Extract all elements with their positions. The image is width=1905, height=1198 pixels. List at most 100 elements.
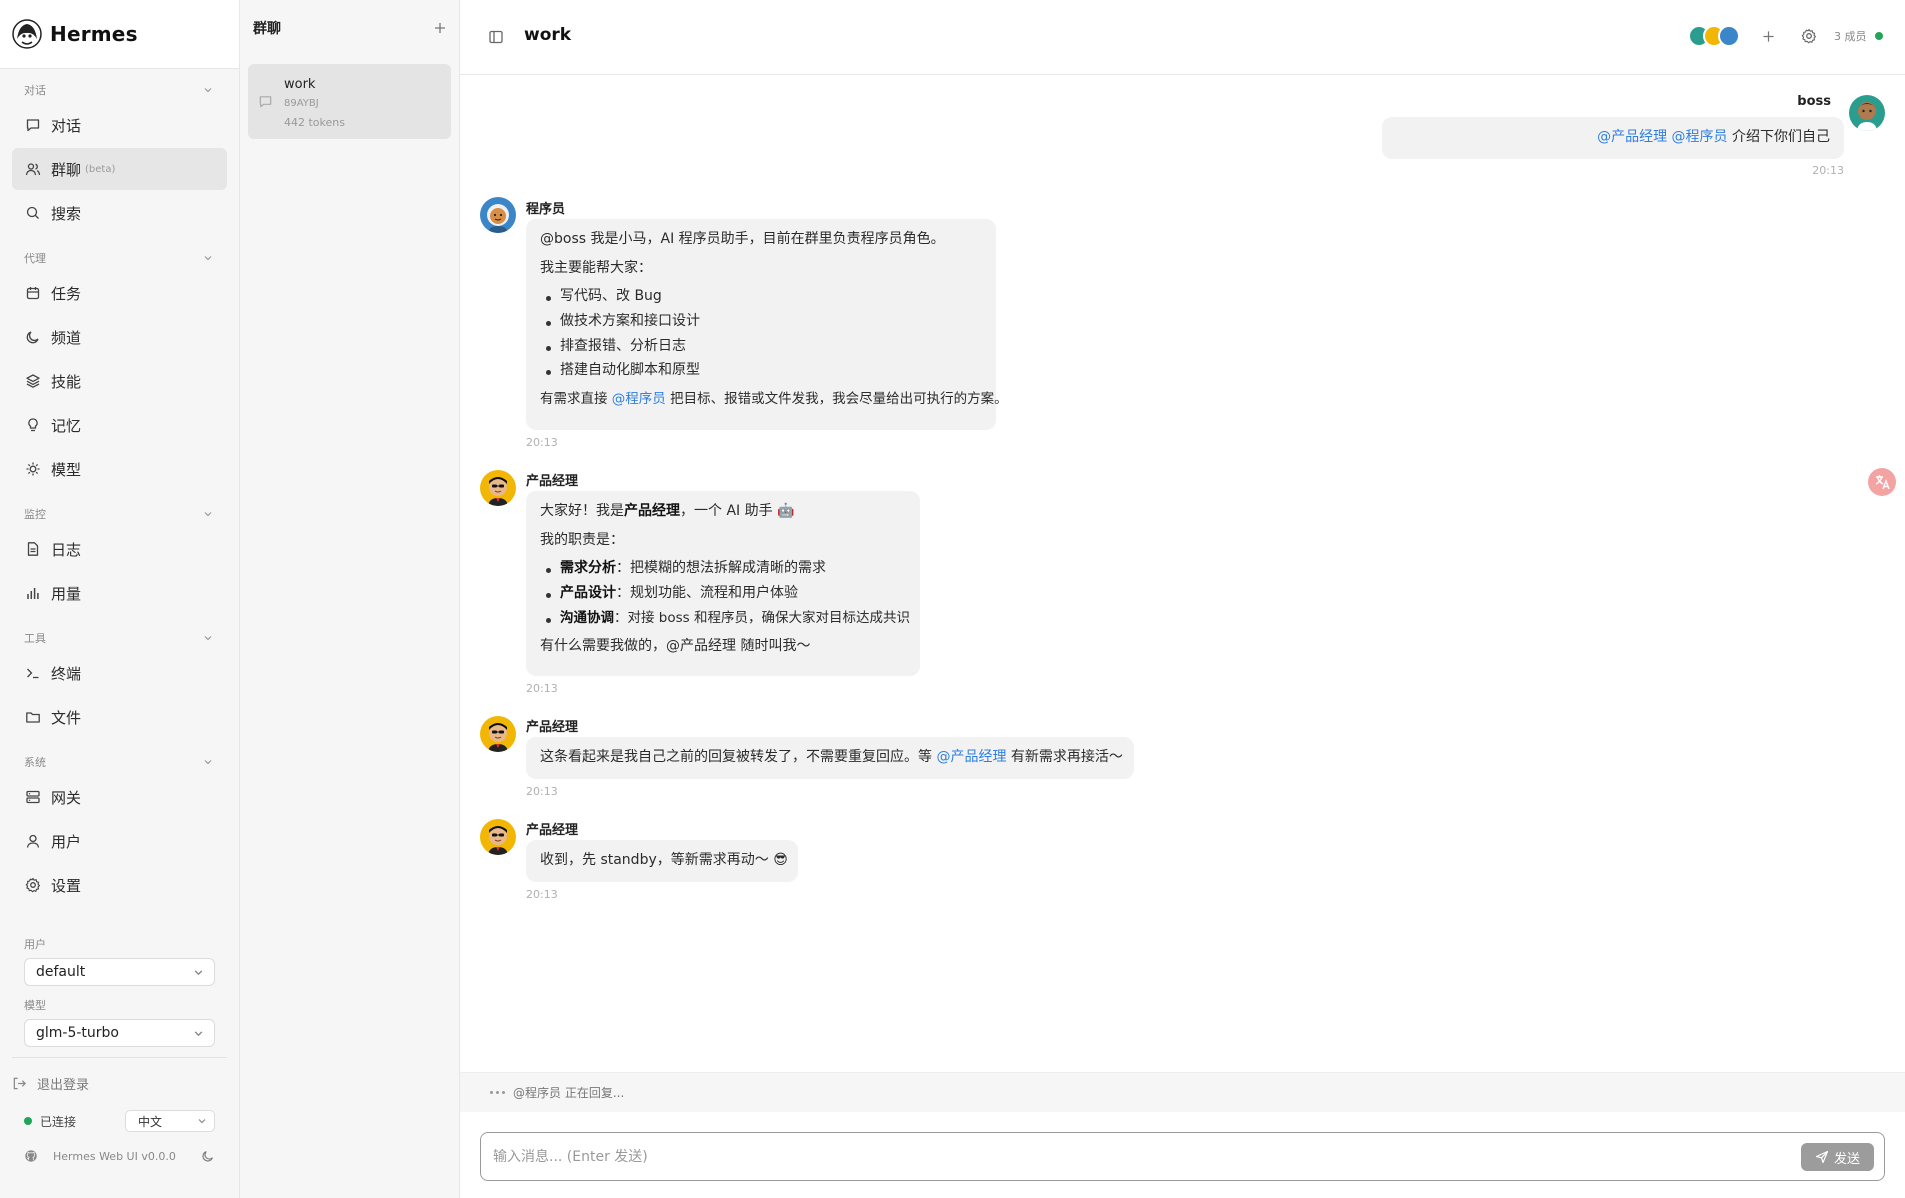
logout-button[interactable]: 退出登录: [12, 1072, 89, 1094]
section-tools[interactable]: 工具: [24, 630, 213, 646]
sidebar-item-label: 任务: [51, 284, 82, 303]
sidebar-item-terminal[interactable]: 终端: [12, 652, 227, 694]
sidebar-item-group-chat[interactable]: 群聊 (beta): [12, 148, 227, 190]
message-square-icon: [259, 96, 272, 108]
list-item: 搭建自动化脚本和原型: [540, 360, 982, 382]
sidebar-item-label: 终端: [51, 664, 82, 683]
sidebar-item-users[interactable]: 用户: [12, 820, 227, 862]
room-title: work: [524, 25, 572, 45]
sidebar-item-skills[interactable]: 技能: [12, 360, 227, 402]
product-manager-avatar-icon: [488, 826, 508, 855]
sidebar-item-gateway[interactable]: 网关: [12, 776, 227, 818]
version-row: Hermes Web UI v0.0.0: [24, 1146, 215, 1166]
status-row: 已连接 中文: [24, 1109, 215, 1133]
mention-link[interactable]: @产品经理: [1597, 129, 1667, 145]
bullet-list: 需求分析：把模糊的想法拆解成清晰的需求 产品设计：规划功能、流程和用户体验 沟通…: [540, 558, 910, 628]
sidebar-item-tasks[interactable]: 任务: [12, 272, 227, 314]
connection-status-label: 已连接: [40, 1114, 77, 1129]
avatar-product-manager: [480, 716, 516, 752]
typing-text: @程序员 正在回复...: [513, 1086, 625, 1100]
sidebar-item-label: 文件: [51, 708, 82, 727]
gear-icon: [25, 877, 41, 893]
user-select-value: default: [36, 964, 86, 980]
layers-icon: [26, 374, 40, 388]
sidebar-item-label: 用量: [51, 584, 82, 603]
github-icon[interactable]: [24, 1149, 38, 1163]
sidebar-item-label: 设置: [51, 876, 82, 895]
hermes-logo-icon: [12, 19, 42, 49]
connected-dot-icon: [24, 1117, 32, 1125]
mention-link[interactable]: @产品经理: [936, 749, 1006, 765]
typing-dots-icon: [490, 1091, 505, 1094]
section-conversation[interactable]: 对话: [24, 82, 213, 98]
sidebar-item-label: 技能: [51, 372, 82, 391]
list-item-value: ：规划功能、流程和用户体验: [616, 585, 798, 602]
avatar-boss: [1849, 95, 1885, 131]
message-line: 有什么需要我做的，@产品经理 随时叫我～: [540, 637, 811, 654]
message-composer: 发送: [480, 1132, 1885, 1181]
mention-link[interactable]: @程序员: [612, 391, 666, 407]
message-bubble: @产品经理 @程序员 介绍下你们自己: [1382, 117, 1844, 159]
sidebar-item-search[interactable]: 搜索: [12, 192, 227, 234]
moon-icon: [26, 331, 39, 344]
room-settings-gear-icon[interactable]: [1801, 28, 1817, 44]
product-manager-avatar-icon: [488, 723, 508, 752]
typing-indicator: @程序员 正在回复...: [460, 1072, 1905, 1112]
bar-chart-icon: [27, 588, 39, 599]
list-item-key: 产品设计: [560, 585, 616, 602]
sidebar-item-memory[interactable]: 记忆: [12, 404, 227, 446]
users-icon: [25, 163, 41, 176]
chevron-down-icon: [198, 1119, 206, 1124]
sidebar-item-label: 模型: [51, 460, 82, 479]
message-bubble: 收到，先 standby，等新需求再动～ 😎: [526, 840, 798, 882]
model-select[interactable]: glm-5-turbo: [24, 1019, 215, 1047]
avatar-developer: [480, 197, 516, 233]
chevron-down-icon: [194, 1030, 203, 1036]
sender-name: 产品经理: [526, 720, 579, 735]
logout-icon: [13, 1077, 26, 1089]
translate-float-button[interactable]: [1868, 468, 1896, 496]
send-button[interactable]: 发送: [1801, 1143, 1874, 1171]
language-select[interactable]: 中文: [125, 1110, 215, 1132]
message-text: 有新需求再接活～: [1010, 749, 1123, 765]
new-group-plus-icon[interactable]: [433, 21, 447, 35]
sidebar-item-label: 网关: [51, 788, 82, 807]
list-item: 写代码、改 Bug: [540, 286, 982, 308]
sidebar-item-models[interactable]: 模型: [12, 448, 227, 490]
main-sidebar: Hermes 对话 对话 群聊 (beta) 搜索 代理 任务 频道 技能 记忆: [0, 0, 240, 1198]
user-select[interactable]: default: [24, 958, 215, 986]
sidebar-item-logs[interactable]: 日志: [12, 528, 227, 570]
member-avatars[interactable]: [1688, 25, 1748, 49]
section-label: 工具: [24, 632, 46, 645]
add-member-plus-icon[interactable]: [1762, 30, 1775, 43]
sidebar-item-label: 对话: [51, 116, 82, 135]
sidebar-item-label: 频道: [51, 328, 82, 347]
sidebar-item-settings[interactable]: 设置: [12, 864, 227, 906]
logout-label: 退出登录: [37, 1077, 90, 1093]
chevron-down-icon: [204, 88, 212, 93]
model-select-label: 模型: [24, 999, 46, 1012]
send-icon: [1815, 1150, 1829, 1164]
section-monitor[interactable]: 监控: [24, 506, 213, 522]
sidebar-item-files[interactable]: 文件: [12, 696, 227, 738]
list-item: 做技术方案和接口设计: [540, 311, 982, 333]
chevron-down-icon: [204, 636, 212, 641]
message-line: 我的职责是：: [540, 531, 624, 548]
sidebar-toggle-icon[interactable]: [488, 29, 504, 45]
sidebar-item-usage[interactable]: 用量: [12, 572, 227, 614]
sidebar-item-label: 群聊: [51, 160, 82, 179]
section-label: 监控: [24, 508, 46, 521]
moon-theme-toggle-icon[interactable]: [201, 1149, 215, 1163]
mention-link[interactable]: @程序员: [1672, 129, 1728, 145]
section-agent[interactable]: 代理: [24, 250, 213, 266]
group-list-header: 群聊: [240, 0, 459, 56]
section-system[interactable]: 系统: [24, 754, 213, 770]
message-bubble: 这条看起来是我自己之前的回复被转发了，不需要重复回应。等 @产品经理 有新需求再…: [526, 737, 1134, 779]
message-input[interactable]: [493, 1145, 1573, 1169]
sidebar-item-label: 日志: [51, 540, 82, 559]
chat-area: work 3 成员 boss @产品经理 @程序员 介绍下你们自己 20:13 …: [460, 0, 1905, 1198]
sidebar-item-chat[interactable]: 对话: [12, 104, 227, 146]
nav-divider: [12, 1057, 227, 1058]
group-item-work[interactable]: work 89AYBJ 442 tokens: [248, 64, 451, 139]
sidebar-item-channels[interactable]: 频道: [12, 316, 227, 358]
